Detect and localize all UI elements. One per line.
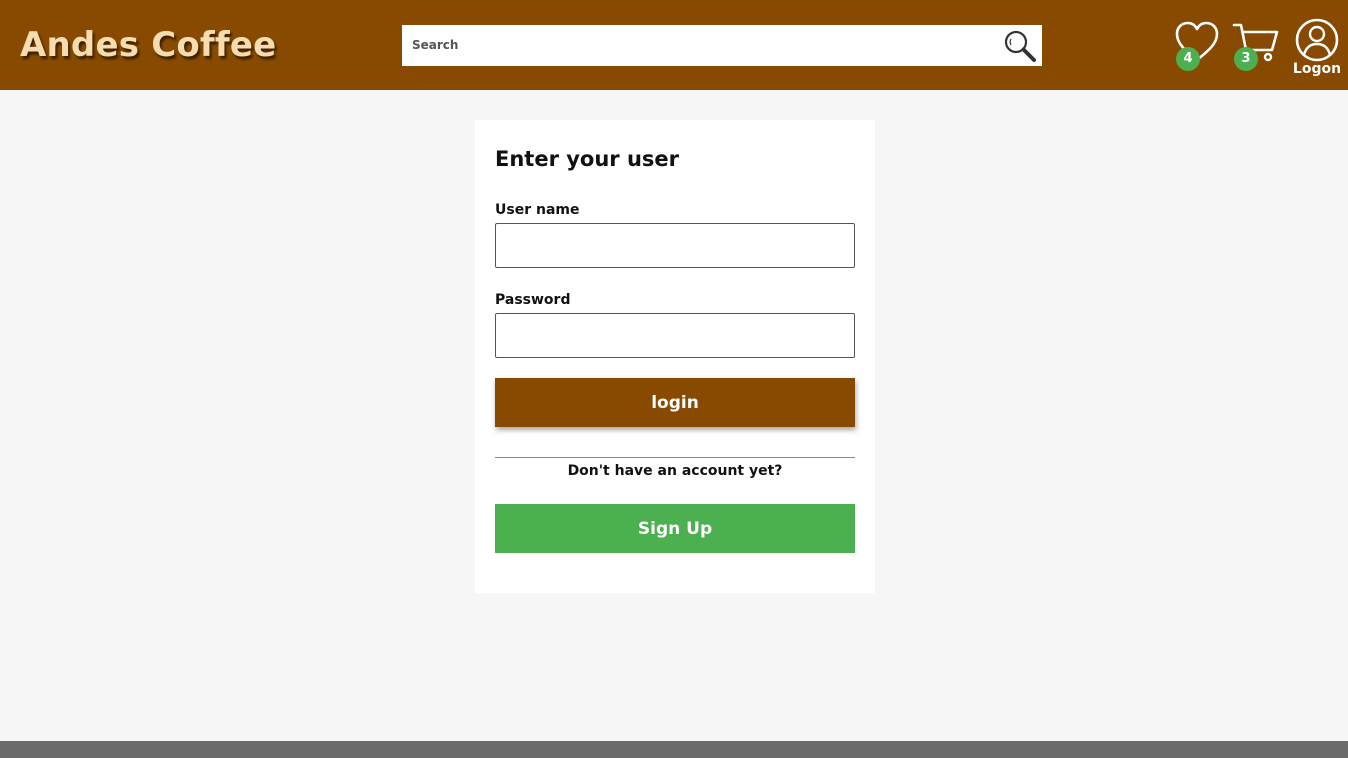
- login-card: Enter your user User name Password login…: [475, 120, 875, 593]
- login-button[interactable]: login: [495, 378, 855, 427]
- footer-bar: [0, 741, 1348, 758]
- signup-button[interactable]: Sign Up: [495, 504, 855, 553]
- cart-button[interactable]: 3: [1232, 20, 1280, 71]
- brand-logo[interactable]: Andes Coffee: [20, 22, 276, 68]
- top-header: Andes Coffee 4 3: [0, 0, 1348, 90]
- password-field[interactable]: [495, 313, 855, 358]
- search-input[interactable]: [402, 25, 992, 66]
- login-title: Enter your user: [495, 147, 680, 171]
- search-bar: [402, 25, 1042, 66]
- password-label: Password: [495, 292, 571, 308]
- divider: [495, 457, 855, 458]
- favorites-button[interactable]: 4: [1174, 20, 1220, 71]
- logon-button[interactable]: Logon: [1290, 18, 1344, 80]
- username-label: User name: [495, 202, 580, 218]
- cart-count-badge: 3: [1234, 47, 1258, 71]
- no-account-text: Don't have an account yet?: [567, 463, 783, 479]
- search-icon[interactable]: [1002, 29, 1038, 63]
- logon-label: Logon: [1292, 61, 1342, 77]
- favorites-count-badge: 4: [1176, 47, 1200, 71]
- username-field[interactable]: [495, 223, 855, 268]
